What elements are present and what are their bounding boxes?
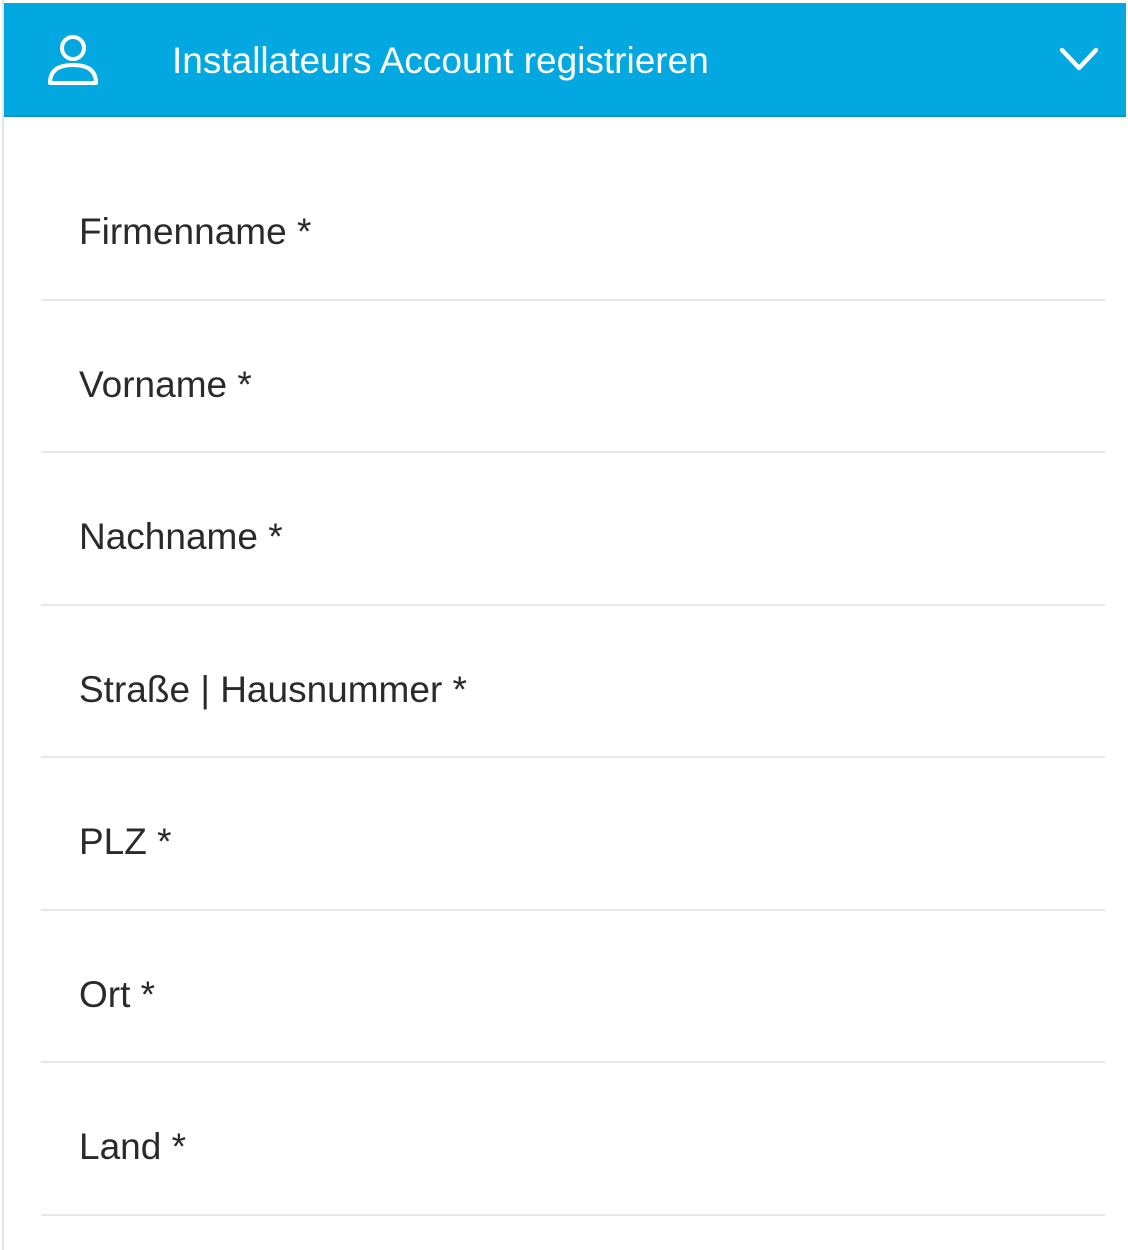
company-name-field[interactable]: Firmenname * (41, 148, 1105, 301)
chevron-down-icon[interactable] (1056, 41, 1102, 77)
field-label: PLZ * (79, 821, 172, 862)
first-name-field[interactable]: Vorname * (41, 301, 1105, 453)
postal-code-field[interactable]: PLZ * (41, 758, 1105, 911)
street-house-number-field[interactable]: Straße | Hausnummer * (41, 606, 1105, 758)
city-field[interactable]: Ort * (41, 911, 1105, 1063)
accordion-header[interactable]: Installateurs Account registrieren (4, 3, 1126, 117)
registration-panel: Installateurs Account registrieren Firme… (0, 0, 1128, 1250)
field-label: Land * (79, 1126, 186, 1167)
field-label: Firmenname * (79, 211, 312, 252)
registration-form: Firmenname * Vorname * Nachname * Straße… (0, 148, 1128, 1216)
last-name-field[interactable]: Nachname * (41, 453, 1105, 606)
field-label: Ort * (79, 973, 156, 1015)
field-label: Straße | Hausnummer * (79, 668, 467, 710)
accordion-title: Installateurs Account registrieren (172, 40, 709, 81)
user-icon (48, 35, 98, 85)
field-label: Nachname * (79, 516, 283, 557)
field-label: Vorname * (79, 363, 252, 405)
country-field[interactable]: Land * (41, 1063, 1105, 1216)
